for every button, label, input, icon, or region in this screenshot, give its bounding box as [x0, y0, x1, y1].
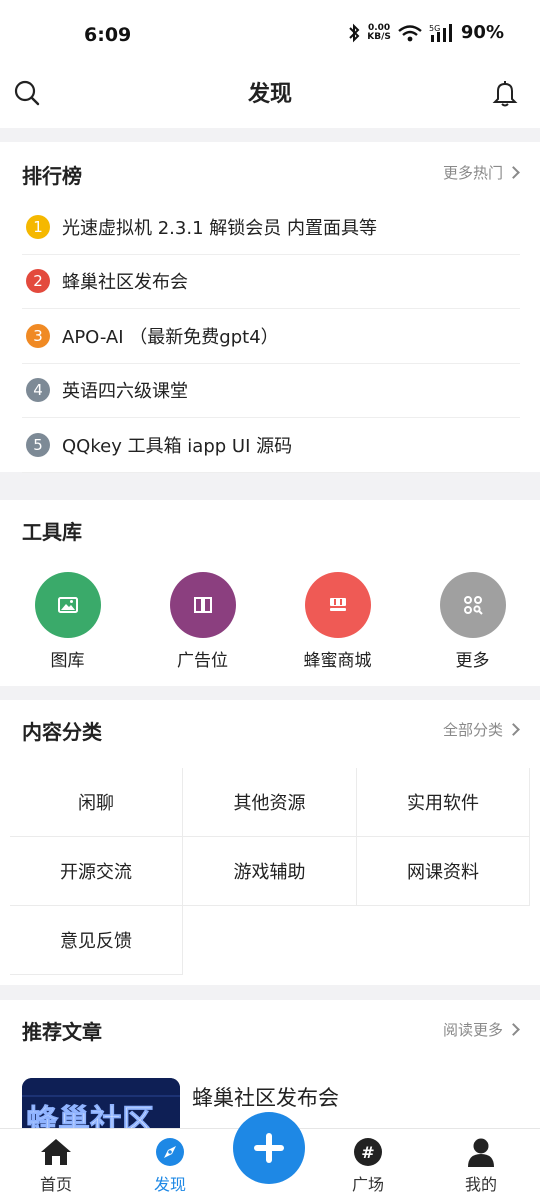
create-post-button[interactable] [233, 1112, 305, 1184]
compass-icon [156, 1138, 184, 1166]
category-item[interactable]: 其他资源 [183, 768, 357, 837]
battery-level: 90% [460, 22, 504, 43]
image-icon [34, 572, 101, 638]
articles-title: 推荐文章 [22, 1020, 102, 1044]
rank-badge: 2 [26, 269, 50, 294]
tab-discover[interactable]: 发现 [130, 1137, 210, 1195]
tool-item[interactable]: 更多 [405, 572, 540, 671]
chevron-right-icon [507, 166, 520, 179]
plus-icon [254, 1133, 284, 1163]
category-item[interactable]: 实用软件 [357, 768, 530, 837]
ranking-item-title: 英语四六级课堂 [62, 381, 188, 403]
page-title: 发现 [247, 82, 292, 107]
category-item[interactable]: 游戏辅助 [183, 837, 357, 906]
hashtag-icon: # [354, 1138, 382, 1166]
signal-icon: 5G [429, 23, 452, 42]
tab-square[interactable]: # 广场 [328, 1137, 408, 1195]
user-icon [468, 1138, 494, 1167]
status-time: 6:09 [84, 24, 132, 46]
category-item[interactable]: 闲聊 [10, 768, 183, 837]
ranking-section: 排行榜 更多热门 1 光速虚拟机 2.3.1 解锁会员 内置面具等 2 蜂巢社区发布会… [0, 142, 540, 473]
tool-item[interactable]: 广告位 [135, 572, 270, 671]
ranking-item-title: 光速虚拟机 2.3.1 解锁会员 内置面具等 [62, 217, 377, 239]
ranking-title: 排行榜 [22, 164, 82, 188]
ranking-item[interactable]: 2 蜂巢社区发布会 [22, 255, 520, 309]
tool-label: 广告位 [177, 651, 228, 671]
status-bar: 6:09 0.00 KB/S 5G 90% [0, 0, 540, 66]
top-app-bar: 发现 [0, 66, 540, 128]
tools-title: 工具库 [22, 520, 82, 544]
rank-badge: 1 [26, 214, 50, 239]
bluetooth-icon [349, 23, 360, 42]
tab-home[interactable]: 首页 [16, 1137, 96, 1195]
tool-item[interactable]: 图库 [0, 572, 135, 671]
svg-text:5G: 5G [429, 24, 440, 33]
net-speed: 0.00 KB/S [367, 22, 391, 42]
ranking-item-title: QQkey 工具箱 iapp UI 源码 [62, 435, 293, 457]
store-icon [304, 572, 371, 638]
categories-more-link[interactable]: 全部分类 [443, 719, 520, 740]
book-icon [169, 572, 236, 638]
category-item[interactable]: 网课资料 [357, 837, 530, 906]
ranking-item-title: APO-AI （最新免费gpt4） [62, 326, 279, 348]
category-grid: 闲聊 其他资源 实用软件开源交流 游戏辅助 网课资料意见反馈 [10, 768, 530, 975]
categories-title: 内容分类 [22, 720, 102, 744]
category-item[interactable]: 意见反馈 [10, 906, 183, 975]
rank-badge: 3 [26, 323, 50, 348]
svg-text:#: # [361, 1143, 374, 1162]
home-icon [41, 1139, 71, 1165]
chevron-right-icon [507, 1023, 520, 1036]
articles-more-link[interactable]: 阅读更多 [443, 1019, 520, 1040]
ranking-item[interactable]: 1 光速虚拟机 2.3.1 解锁会员 内置面具等 [22, 200, 520, 255]
chevron-right-icon [507, 723, 520, 736]
wifi-icon [398, 24, 422, 41]
rank-badge: 5 [26, 432, 50, 457]
tool-label: 蜂蜜商城 [303, 651, 372, 671]
ranking-item[interactable]: 5 QQkey 工具箱 iapp UI 源码 [22, 418, 520, 473]
ranking-item[interactable]: 4 英语四六级课堂 [22, 364, 520, 418]
apps-icon [439, 572, 506, 638]
category-item[interactable]: 开源交流 [10, 837, 183, 906]
ranking-more-link[interactable]: 更多热门 [443, 162, 520, 183]
tool-label: 更多 [455, 651, 490, 671]
ranking-item[interactable]: 3 APO-AI （最新免费gpt4） [22, 309, 520, 364]
ranking-list: 1 光速虚拟机 2.3.1 解锁会员 内置面具等 2 蜂巢社区发布会 3 APO-AI （… [22, 200, 520, 473]
status-icons: 0.00 KB/S 5G 90% [347, 22, 504, 43]
bell-icon[interactable] [490, 78, 520, 108]
tool-item[interactable]: 蜂蜜商城 [270, 572, 405, 671]
tab-profile[interactable]: 我的 [441, 1137, 521, 1195]
rank-badge: 4 [26, 378, 50, 403]
tool-label: 图库 [50, 651, 85, 671]
article-title[interactable]: 蜂巢社区发布会 [192, 1082, 339, 1112]
ranking-item-title: 蜂巢社区发布会 [62, 272, 188, 294]
tools-row: 图库 广告位 蜂蜜商城 更多 [0, 572, 540, 671]
